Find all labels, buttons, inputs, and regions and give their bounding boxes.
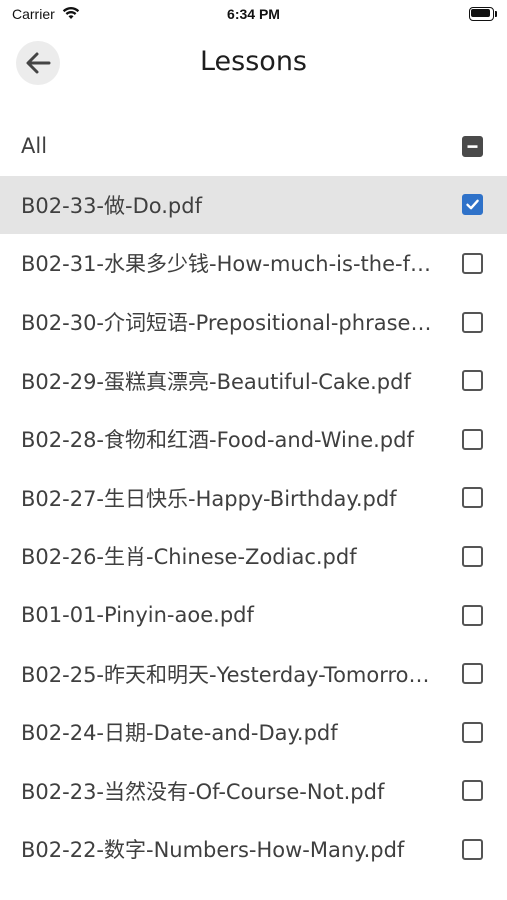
lesson-checkbox[interactable]: [462, 487, 483, 509]
lesson-checkbox[interactable]: [462, 604, 483, 626]
lesson-filename: B02-26-生肖-Chinese-Zodiac.pdf: [21, 545, 357, 570]
list-item[interactable]: B02-28-食物和红酒-Food-and-Wine.pdf: [0, 410, 507, 469]
checkmark-icon: [466, 199, 479, 210]
list-item[interactable]: B02-29-蛋糕真漂亮-Beautiful-Cake.pdf: [0, 351, 507, 410]
nav-header: Lessons: [0, 36, 507, 90]
select-all-checkbox[interactable]: [462, 135, 483, 157]
status-bar: Carrier 6:34 PM: [0, 0, 507, 30]
lesson-checkbox[interactable]: [462, 780, 483, 802]
lesson-filename: B02-31-水果多少钱-How-much-is-the-fruit.pdf: [21, 252, 437, 277]
lesson-checkbox[interactable]: [462, 545, 483, 567]
lesson-checkbox[interactable]: [462, 428, 483, 450]
lesson-checkbox[interactable]: [462, 663, 483, 685]
list-item-all[interactable]: All: [0, 117, 507, 176]
list-item[interactable]: B02-31-水果多少钱-How-much-is-the-fruit.pdf: [0, 234, 507, 293]
list-item[interactable]: B02-33-做-Do.pdf: [0, 175, 507, 235]
list-item[interactable]: B02-24-日期-Date-and-Day.pdf: [0, 703, 507, 762]
list-item[interactable]: B02-26-生肖-Chinese-Zodiac.pdf: [0, 527, 507, 586]
lesson-checkbox[interactable]: [462, 252, 483, 274]
lesson-checkbox[interactable]: [462, 721, 483, 743]
lesson-filename: B02-22-数字-Numbers-How-Many.pdf: [21, 838, 405, 863]
list-item[interactable]: B02-27-生日快乐-Happy-Birthday.pdf: [0, 469, 507, 528]
lesson-filename: B02-23-当然没有-Of-Course-Not.pdf: [21, 779, 385, 804]
list-item[interactable]: B01-01-Pinyin-aoe.pdf: [0, 586, 507, 645]
list-item[interactable]: B02-23-当然没有-Of-Course-Not.pdf: [0, 762, 507, 821]
lesson-checkbox[interactable]: [462, 370, 483, 392]
lesson-filename: B02-30-介词短语-Prepositional-phrases.pdf: [21, 311, 437, 336]
lesson-filename: B02-29-蛋糕真漂亮-Beautiful-Cake.pdf: [21, 369, 411, 394]
lesson-checkbox[interactable]: [462, 311, 483, 333]
list-item[interactable]: B02-25-昨天和明天-Yesterday-Tomorrow.pdf: [0, 644, 507, 703]
list-item[interactable]: B02-30-介词短语-Prepositional-phrases.pdf: [0, 293, 507, 352]
status-time: 6:34 PM: [227, 6, 280, 22]
lesson-filename: B02-24-日期-Date-and-Day.pdf: [21, 721, 338, 746]
lesson-filename: B01-01-Pinyin-aoe.pdf: [21, 603, 254, 628]
all-label: All: [21, 134, 48, 159]
lesson-filename: B02-27-生日快乐-Happy-Birthday.pdf: [21, 486, 397, 511]
page-title: Lessons: [199, 46, 307, 77]
list-item[interactable]: B02-22-数字-Numbers-How-Many.pdf: [0, 820, 507, 879]
battery-icon: [469, 7, 497, 21]
lesson-filename: B02-28-食物和红酒-Food-and-Wine.pdf: [21, 428, 414, 453]
lesson-list: All B02-33-做-Do.pdf B02-31-水果多少钱-How-much…: [0, 117, 507, 879]
lesson-filename: B02-25-昨天和明天-Yesterday-Tomorrow.pdf: [21, 662, 437, 687]
lesson-filename: B02-33-做-Do.pdf: [21, 193, 202, 218]
lesson-checkbox[interactable]: [462, 194, 483, 216]
lesson-checkbox[interactable]: [462, 838, 483, 860]
